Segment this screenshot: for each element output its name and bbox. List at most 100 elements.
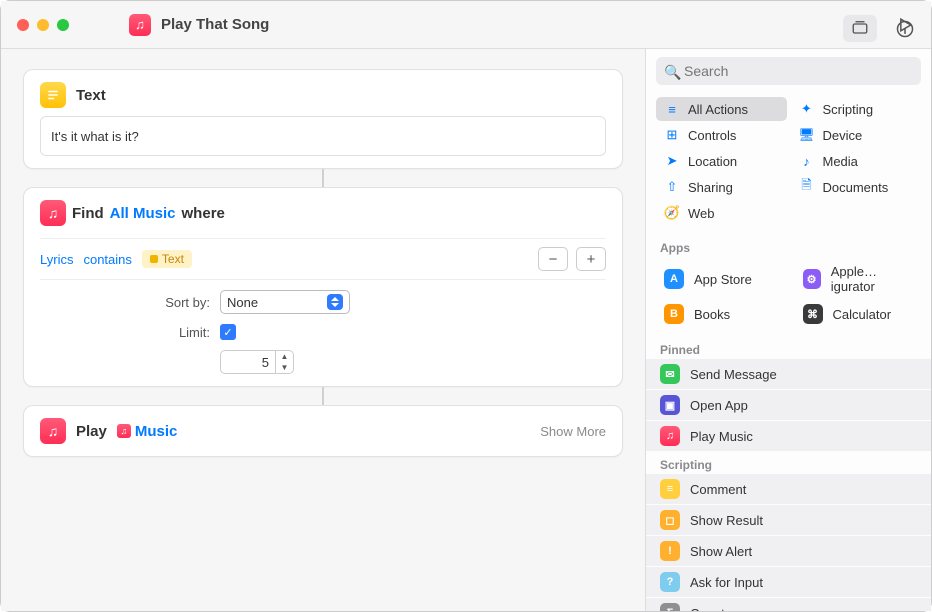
- pinned-send-message[interactable]: ✉ Send Message: [646, 359, 931, 390]
- action-label: Open App: [690, 398, 748, 413]
- action-label: Count: [690, 606, 725, 612]
- action-icon: ▣: [660, 395, 680, 415]
- filter-variable-token[interactable]: Text: [142, 250, 192, 268]
- scripting-show-alert[interactable]: ! Show Alert: [646, 536, 931, 567]
- category-label: Media: [823, 154, 858, 169]
- music-action-icon: ♫: [40, 418, 66, 444]
- show-more-button[interactable]: Show More: [540, 424, 606, 439]
- category-label: Scripting: [823, 102, 874, 117]
- action-label: Comment: [690, 482, 746, 497]
- stepper-down-icon[interactable]: ▼: [276, 362, 293, 373]
- limit-label: Limit:: [40, 325, 210, 340]
- play-verb: Play: [76, 423, 107, 440]
- apps-grid: A App Store ⚙Apple…iguratorBBooks⌘Calculat…: [646, 257, 931, 337]
- category-label: All Actions: [688, 102, 748, 117]
- window-title: ♫ Play That Song: [129, 14, 269, 36]
- connector: [322, 169, 324, 187]
- remove-filter-button[interactable]: −: [538, 247, 568, 271]
- category-icon: 🧭: [664, 205, 680, 221]
- text-action-icon: [40, 82, 66, 108]
- scripting-show-result[interactable]: ◻ Show Result: [646, 505, 931, 536]
- app-calculator[interactable]: ⌘Calculator: [789, 299, 928, 329]
- filter-row: Lyrics contains Text − +: [40, 238, 606, 280]
- action-icon: ◻: [660, 510, 680, 530]
- scripting-comment[interactable]: ≡Comment: [646, 474, 931, 505]
- category-label: Controls: [688, 128, 736, 143]
- app-label: Apple…igurator: [831, 264, 913, 294]
- search-icon: 🔍: [664, 64, 681, 81]
- add-filter-button[interactable]: +: [576, 247, 606, 271]
- pinned-play-music[interactable]: ♫Play Music: [646, 421, 931, 452]
- category-icon: ♪: [799, 153, 815, 169]
- play-subject-token[interactable]: ♫ Music: [117, 423, 178, 440]
- action-text[interactable]: Text: [23, 69, 623, 169]
- scripting-count[interactable]: Σ Count: [646, 598, 931, 611]
- sort-label: Sort by:: [40, 295, 210, 310]
- action-label: Show Result: [690, 513, 763, 528]
- category-icon: ⊞: [664, 127, 680, 143]
- app-icon: ⌘: [803, 304, 823, 324]
- filter-operator[interactable]: contains: [83, 252, 131, 267]
- category-media[interactable]: ♪ Media: [791, 149, 922, 173]
- category-label: Location: [688, 154, 737, 169]
- scripting-list: ≡Comment ◻ Show Result! Show Alert ?Ask for …: [646, 474, 931, 611]
- sort-value: None: [227, 295, 258, 310]
- find-verb: Find: [72, 205, 104, 222]
- find-scope-token[interactable]: All Music: [110, 205, 176, 222]
- search-input[interactable]: [656, 57, 921, 85]
- scripting-header: Scripting: [646, 452, 931, 474]
- action-play-music[interactable]: ♫ Play ♫ Music Show More: [23, 405, 623, 457]
- category-icon: ≡: [664, 101, 680, 117]
- minimize-button[interactable]: [37, 19, 49, 31]
- action-label: Show Alert: [690, 544, 752, 559]
- scripting-ask-for-input[interactable]: ?Ask for Input: [646, 567, 931, 598]
- action-label: Send Message: [690, 367, 777, 382]
- category-sharing[interactable]: ⇧Sharing: [656, 175, 787, 199]
- action-icon: ✉: [660, 364, 680, 384]
- close-button[interactable]: [17, 19, 29, 31]
- limit-stepper[interactable]: 5 ▲ ▼: [220, 350, 294, 374]
- category-location[interactable]: ➤Location: [656, 149, 787, 173]
- action-icon: ?: [660, 572, 680, 592]
- filter-field[interactable]: Lyrics: [40, 252, 73, 267]
- music-token-icon: ♫: [117, 424, 131, 438]
- category-web[interactable]: 🧭 Web: [656, 201, 787, 225]
- action-icon: !: [660, 541, 680, 561]
- app-icon: B: [664, 304, 684, 324]
- app-label: App Store: [694, 272, 752, 287]
- pinned-open-app[interactable]: ▣ Open App: [646, 390, 931, 421]
- stepper-up-icon[interactable]: ▲: [276, 351, 293, 362]
- sort-select[interactable]: None: [220, 290, 350, 314]
- category-icon: ✦: [799, 101, 815, 117]
- limit-checkbox[interactable]: ✓: [220, 324, 236, 340]
- shortcut-name: Play That Song: [161, 16, 269, 33]
- library-sidebar: 🔍 ≡ All Actions ✦ Scripting ⊞ Controls 🖥Device…: [645, 49, 931, 611]
- info-icon[interactable]: [895, 19, 915, 39]
- category-documents[interactable]: 🗎Documents: [791, 175, 922, 199]
- category-label: Web: [688, 206, 715, 221]
- category-all-actions[interactable]: ≡ All Actions: [656, 97, 787, 121]
- apps-header: Apps: [646, 235, 931, 257]
- workflow-canvas[interactable]: Text ♫ Find All Music where Lyrics conta…: [1, 49, 645, 611]
- titlebar: ♫ Play That Song: [1, 1, 931, 49]
- pinned-header: Pinned: [646, 337, 931, 359]
- category-label: Device: [823, 128, 863, 143]
- zoom-button[interactable]: [57, 19, 69, 31]
- action-label: Play Music: [690, 429, 753, 444]
- app-icon: A: [664, 269, 684, 289]
- pinned-list: ✉ Send Message ▣ Open App ♫Play Music: [646, 359, 931, 452]
- category-device[interactable]: 🖥Device: [791, 123, 922, 147]
- app-apple-igurator[interactable]: ⚙Apple…igurator: [789, 259, 928, 299]
- music-action-icon: ♫: [40, 200, 66, 226]
- action-icon: Σ: [660, 603, 680, 611]
- library-toggle-icon[interactable]: [843, 15, 877, 42]
- app-books[interactable]: BBooks: [650, 299, 789, 329]
- find-where: where: [182, 205, 225, 222]
- action-find-music[interactable]: ♫ Find All Music where Lyrics contains T…: [23, 187, 623, 387]
- category-scripting[interactable]: ✦ Scripting: [791, 97, 922, 121]
- text-input[interactable]: [40, 116, 606, 156]
- app-app-store[interactable]: A App Store: [650, 259, 789, 299]
- category-icon: 🗎: [799, 179, 815, 195]
- connector: [322, 387, 324, 405]
- category-controls[interactable]: ⊞ Controls: [656, 123, 787, 147]
